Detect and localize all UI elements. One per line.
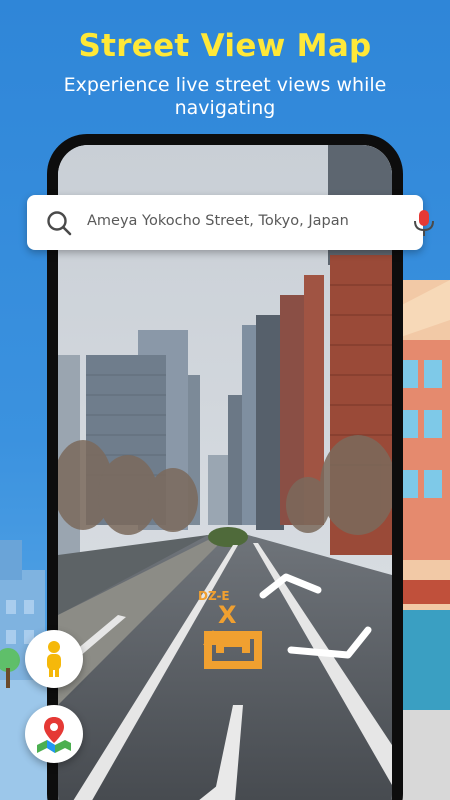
pegman-person-icon (47, 641, 61, 677)
street-view-pegman-button[interactable] (25, 630, 83, 688)
search-icon[interactable] (45, 209, 73, 237)
road-marking-letter: X (218, 601, 237, 629)
map-location-pin-icon (37, 717, 71, 753)
microphone-icon[interactable] (413, 209, 435, 237)
search-bar[interactable]: Ameya Yokocho Street, Tokyo, Japan (27, 195, 434, 250)
search-input[interactable]: Ameya Yokocho Street, Tokyo, Japan (87, 213, 377, 229)
map-location-button[interactable] (25, 705, 83, 763)
promo-title: Street View Map (78, 28, 372, 64)
promo-subtitle: Experience live street views while navig… (63, 74, 387, 119)
